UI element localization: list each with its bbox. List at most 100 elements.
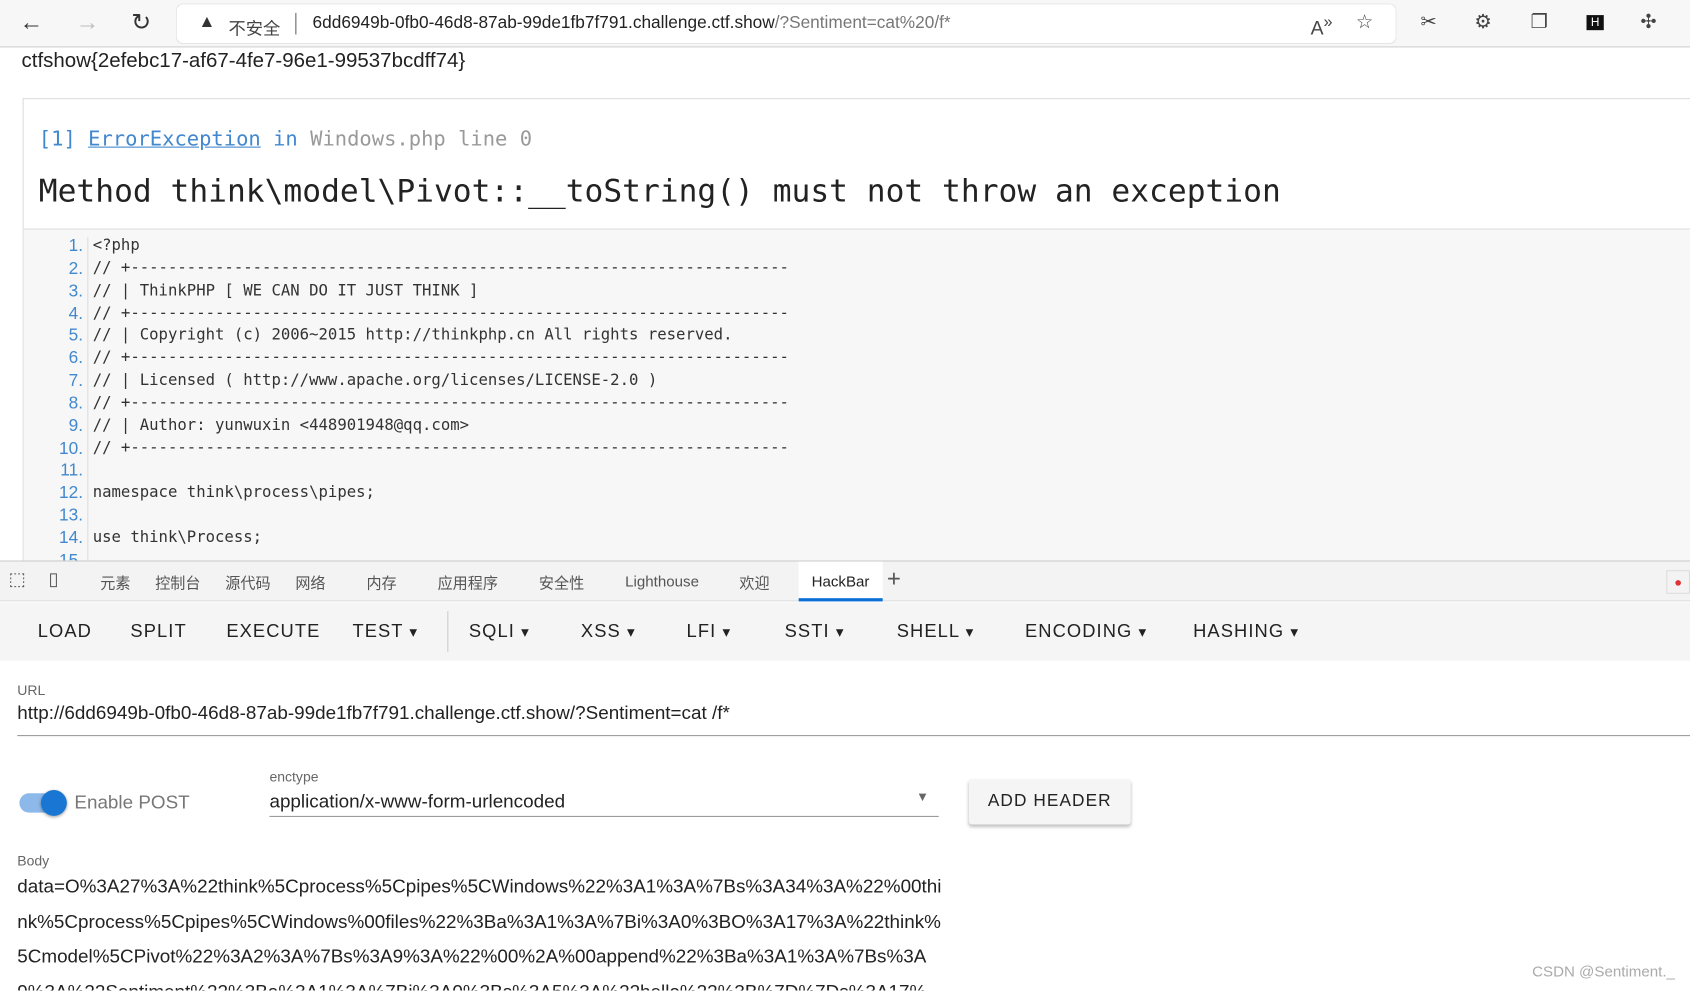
code-line: 11. bbox=[24, 461, 1690, 485]
device-icon[interactable]: ▯ bbox=[49, 569, 59, 591]
shell-menu[interactable]: SHELL ▾ bbox=[897, 621, 975, 643]
tab-console[interactable]: 控制台 bbox=[155, 572, 200, 594]
sqli-menu[interactable]: SQLI ▾ bbox=[469, 621, 530, 643]
code-line: 4.// +----------------------------------… bbox=[24, 304, 1690, 327]
caret-down-icon: ▾ bbox=[521, 624, 530, 642]
hackbar-menu: LOAD SPLIT EXECUTE TEST ▾ SQLI ▾ XSS ▾ L… bbox=[0, 602, 1690, 661]
toggle-knob[interactable] bbox=[40, 790, 67, 816]
address-bar[interactable]: ▲ 不安全 6dd6949b-0fb0-46d8-87ab-99de1fb7f7… bbox=[176, 4, 1396, 44]
tab-network[interactable]: 网络 bbox=[295, 572, 325, 594]
test-menu[interactable]: TEST ▾ bbox=[352, 621, 418, 643]
line-text: // | Copyright (c) 2006~2015 http://thin… bbox=[92, 326, 733, 345]
line-text: // +------------------------------------… bbox=[92, 259, 789, 277]
tab-elements[interactable]: 元素 bbox=[100, 572, 130, 594]
caret-down-icon: ▾ bbox=[409, 624, 419, 642]
extensions-icon[interactable]: ✣ bbox=[1640, 11, 1656, 34]
tab-welcome[interactable]: 欢迎 bbox=[739, 572, 769, 594]
caret-down-icon: ▾ bbox=[965, 624, 975, 642]
flag-text: ctfshow{2efebc17-af67-4fe7-96e1-99537bcd… bbox=[21, 49, 466, 73]
enctype-select[interactable]: application/x-www-form-urlencoded bbox=[269, 790, 565, 813]
enctype-underline bbox=[269, 815, 939, 817]
extension-h-icon[interactable]: H bbox=[1586, 15, 1604, 31]
reload-icon[interactable]: ↻ bbox=[125, 9, 157, 37]
hashing-menu[interactable]: HASHING ▾ bbox=[1193, 621, 1299, 643]
test-label: TEST bbox=[352, 620, 404, 642]
exception-index: [1] bbox=[38, 127, 76, 151]
code-line: 6.// +----------------------------------… bbox=[24, 349, 1690, 372]
line-number: 13. bbox=[24, 506, 89, 530]
tab-application[interactable]: 应用程序 bbox=[438, 572, 498, 594]
xss-label: XSS bbox=[580, 620, 621, 642]
load-button[interactable]: LOAD bbox=[38, 621, 92, 643]
exception-panel: [1] ErrorException in Windows.php line 0… bbox=[22, 98, 1690, 575]
divider bbox=[295, 12, 297, 35]
devtools-tabbar: ⬚ ▯ 元素 控制台 源代码 网络 内存 应用程序 安全性 Lighthouse… bbox=[0, 560, 1690, 602]
source-code: 1. <?php 2.// +---------------------------… bbox=[23, 229, 1690, 575]
gear-icon[interactable]: ⚙ bbox=[1474, 11, 1491, 34]
add-header-button[interactable]: ADD HEADER bbox=[968, 779, 1131, 825]
forward-icon[interactable]: → bbox=[71, 9, 103, 37]
code-line: 12. namespace think\process\pipes; bbox=[24, 484, 1690, 507]
enable-post-label: Enable POST bbox=[74, 791, 190, 813]
tab-sources[interactable]: 源代码 bbox=[225, 572, 270, 594]
line-number: 14. bbox=[24, 529, 89, 552]
line-text: // | ThinkPHP [ WE CAN DO IT JUST THINK … bbox=[92, 282, 479, 300]
line-text: // +------------------------------------… bbox=[92, 304, 789, 322]
code-line: 8.// +----------------------------------… bbox=[24, 394, 1690, 417]
read-aloud-icon[interactable]: A» bbox=[1311, 13, 1333, 40]
line-number: 11. bbox=[24, 461, 89, 485]
line-number: 9. bbox=[24, 416, 89, 440]
caret-down-icon: ▾ bbox=[1138, 624, 1148, 642]
lfi-label: LFI bbox=[686, 620, 717, 642]
code-line: 3.// | ThinkPHP [ WE CAN DO IT JUST THIN… bbox=[24, 282, 1690, 305]
line-text: <?php bbox=[92, 237, 140, 255]
encoding-label: ENCODING bbox=[1024, 620, 1133, 642]
inspect-icon[interactable]: ⬚ bbox=[9, 569, 26, 591]
line-number: 8. bbox=[24, 394, 89, 417]
code-line: 7.// | Licensed ( http://www.apache.org/… bbox=[24, 371, 1690, 395]
ssti-label: SSTI bbox=[784, 620, 830, 642]
scissors-icon[interactable]: ✂ bbox=[1421, 11, 1437, 34]
dropdown-arrow-icon[interactable]: ▼ bbox=[916, 789, 929, 804]
divider bbox=[447, 611, 449, 653]
url-input[interactable]: http://6dd6949b-0fb0-46d8-87ab-99de1fb7f… bbox=[17, 702, 730, 725]
url-text[interactable]: 6dd6949b-0fb0-46d8-87ab-99de1fb7f791.cha… bbox=[313, 14, 951, 33]
back-icon[interactable]: ← bbox=[15, 9, 47, 37]
line-number: 10. bbox=[24, 439, 89, 462]
line-number: 1. bbox=[24, 237, 89, 260]
code-line: 13. bbox=[24, 506, 1690, 530]
line-text: // +------------------------------------… bbox=[92, 439, 789, 457]
tab-hackbar[interactable]: HackBar bbox=[798, 561, 883, 602]
exception-type-link[interactable]: ErrorException bbox=[88, 127, 261, 151]
split-button[interactable]: SPLIT bbox=[130, 621, 186, 643]
ssti-menu[interactable]: SSTI ▾ bbox=[785, 621, 845, 643]
line-number: 7. bbox=[24, 371, 89, 395]
error-count-icon[interactable]: ● bbox=[1666, 570, 1690, 594]
caret-down-icon: ▾ bbox=[1290, 624, 1300, 642]
tab-security[interactable]: 安全性 bbox=[539, 572, 584, 594]
add-tab-icon[interactable]: + bbox=[887, 565, 901, 593]
shell-label: SHELL bbox=[896, 620, 960, 642]
url-host: 6dd6949b-0fb0-46d8-87ab-99de1fb7f791.cha… bbox=[312, 14, 775, 33]
warning-icon: ▲ bbox=[198, 12, 216, 32]
xss-menu[interactable]: XSS ▾ bbox=[581, 621, 636, 643]
body-textarea[interactable]: data=O%3A27%3A%22think%5Cprocess%5Cpipes… bbox=[17, 869, 944, 990]
line-text: // | Author: yunwuxin <448901948@qq.com> bbox=[92, 416, 470, 435]
line-text: namespace think\process\pipes; bbox=[92, 484, 375, 502]
lfi-menu[interactable]: LFI ▾ bbox=[687, 621, 732, 643]
tab-lighthouse[interactable]: Lighthouse bbox=[625, 572, 699, 589]
line-text: use think\Process; bbox=[92, 529, 263, 547]
execute-button[interactable]: EXECUTE bbox=[226, 621, 320, 643]
url-label: URL bbox=[17, 682, 46, 699]
exception-file: Windows.php line 0 bbox=[310, 127, 533, 151]
hashing-label: HASHING bbox=[1193, 620, 1285, 642]
collections-icon[interactable]: ❐ bbox=[1530, 11, 1547, 34]
favorite-icon[interactable]: ☆ bbox=[1356, 11, 1373, 34]
url-underline bbox=[17, 735, 1690, 737]
code-line: 10.// +---------------------------------… bbox=[24, 439, 1690, 462]
line-number: 12. bbox=[24, 484, 89, 507]
tab-memory[interactable]: 内存 bbox=[366, 572, 396, 594]
line-number: 3. bbox=[24, 282, 89, 305]
encoding-menu[interactable]: ENCODING ▾ bbox=[1025, 621, 1147, 643]
browser-toolbar: ← → ↻ ▲ 不安全 6dd6949b-0fb0-46d8-87ab-99de… bbox=[0, 0, 1690, 48]
